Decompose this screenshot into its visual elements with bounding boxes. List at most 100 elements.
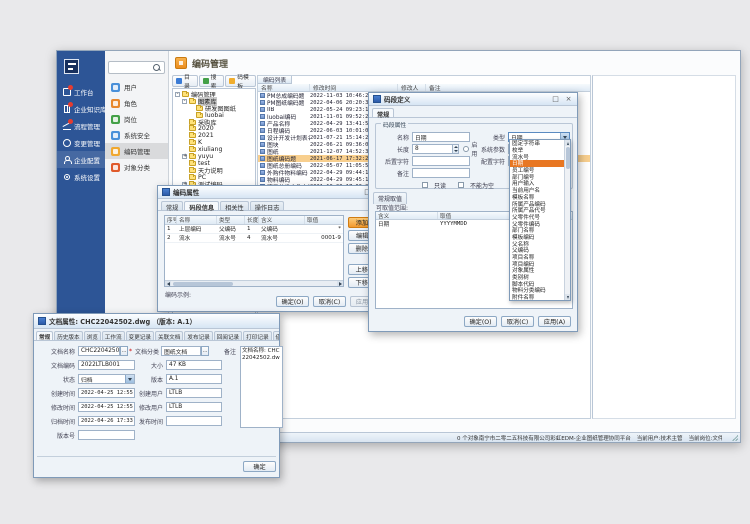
tree-node[interactable]: xiuliang xyxy=(173,146,255,153)
cancel-button[interactable]: 取消(C) xyxy=(313,296,346,307)
browse-button[interactable]: ... xyxy=(201,346,209,356)
browse-button[interactable]: ... xyxy=(120,346,128,356)
tree-toolbar-button-1[interactable]: 目录 xyxy=(172,75,198,87)
version-no-input[interactable] xyxy=(78,430,135,440)
dialog-tab-1[interactable]: 常规 xyxy=(161,201,183,210)
sidebar-item-2[interactable]: 企业知识库 xyxy=(57,100,105,117)
scroll-up-icon[interactable] xyxy=(565,140,570,146)
menu-item-4[interactable]: 系统安全 xyxy=(105,127,168,143)
search-input[interactable] xyxy=(110,63,154,72)
horizontal-scrollbar[interactable] xyxy=(165,280,343,286)
dialog-tab-2[interactable]: 码段信息 xyxy=(184,201,219,210)
type-option[interactable]: 当前用户名 xyxy=(510,187,564,194)
sidebar-item-5[interactable]: 企业配置 xyxy=(57,151,105,168)
apply-button[interactable]: 应用(A) xyxy=(538,316,571,327)
readonly-checkbox[interactable] xyxy=(422,182,428,188)
doc-code-input[interactable]: 2022LTLB001 xyxy=(78,360,135,370)
dialog-tab-4[interactable]: 操作日志 xyxy=(250,201,285,210)
scrollbar-thumb[interactable] xyxy=(566,147,570,169)
sidebar-item-4[interactable]: 变更管理 xyxy=(57,134,105,151)
doc-tab-4[interactable]: 工作流 xyxy=(102,331,125,340)
type-option[interactable]: 模板编码 xyxy=(510,234,564,241)
doc-name-input[interactable]: CHC22042502.dwg xyxy=(78,346,120,356)
column-header[interactable]: 备注 xyxy=(426,84,590,91)
remark-textarea[interactable]: 文档名称: CHC22042502.dw xyxy=(240,346,283,428)
scroll-down-icon[interactable] xyxy=(565,294,570,300)
search-icon[interactable] xyxy=(153,64,162,73)
type-option[interactable]: 部门名称 xyxy=(510,227,564,234)
segment-row[interactable]: 2流水流水号4流水号0001-9 xyxy=(165,234,343,243)
type-option[interactable]: 附件名称 xyxy=(510,294,564,301)
dialog-tab-3[interactable]: 相关性 xyxy=(220,201,249,210)
type-option[interactable]: 模板名称 xyxy=(510,194,564,201)
sidebar-item-6[interactable]: 系统设置 xyxy=(57,168,105,185)
dropdown-scrollbar[interactable] xyxy=(564,140,570,300)
column-header[interactable]: 类型 xyxy=(217,216,245,224)
tree-node[interactable]: 研发图图纸 xyxy=(173,105,255,112)
maximize-icon[interactable]: □ xyxy=(551,95,560,104)
doc-class-input[interactable]: 图纸文档 xyxy=(161,346,201,356)
doc-tab-10[interactable]: 借阅记录 xyxy=(273,331,279,340)
collapse-icon[interactable]: - xyxy=(175,92,180,97)
column-header[interactable]: 取值 xyxy=(305,216,343,224)
doc-tab-7[interactable]: 发布记录 xyxy=(184,331,212,340)
suffix-input[interactable] xyxy=(412,156,470,166)
cancel-button[interactable]: 取消(C) xyxy=(501,316,534,327)
scroll-right-icon[interactable] xyxy=(337,281,343,287)
menu-item-5[interactable]: 编码管理 xyxy=(105,143,168,159)
column-header[interactable]: 序号 xyxy=(165,216,177,224)
type-option[interactable]: 枚举 xyxy=(510,147,564,154)
tree-node[interactable]: K xyxy=(173,139,255,146)
type-option[interactable]: 父零件代号 xyxy=(510,214,564,221)
sidebar-item-3[interactable]: 流程管理 xyxy=(57,117,105,134)
name-input[interactable]: 日期 xyxy=(412,132,470,142)
type-option[interactable]: 项目编码 xyxy=(510,260,564,267)
tree-node[interactable]: 2021 xyxy=(173,132,255,139)
scroll-left-icon[interactable] xyxy=(165,281,171,287)
segment-row[interactable]: 1上层编码父编码1父编码* xyxy=(165,225,343,234)
column-header[interactable]: 名称 xyxy=(258,84,310,91)
type-option[interactable]: 父编码 xyxy=(510,247,564,254)
dialog-tab-general[interactable]: 常规 xyxy=(372,108,394,117)
doc-tab-3[interactable]: 浏览 xyxy=(84,331,101,340)
status-select[interactable]: 归档 xyxy=(78,374,135,384)
menu-item-2[interactable]: 角色 xyxy=(105,95,168,111)
type-option[interactable]: 父零件编码 xyxy=(510,220,564,227)
doc-tab-8[interactable]: 回阅记录 xyxy=(214,331,242,340)
type-option[interactable]: 父名称 xyxy=(510,240,564,247)
menu-item-3[interactable]: 岗位 xyxy=(105,111,168,127)
type-option[interactable]: 流水号 xyxy=(510,153,564,160)
doc-tab-5[interactable]: 变更记录 xyxy=(126,331,154,340)
type-option[interactable]: 对象属性 xyxy=(510,267,564,274)
ok-button[interactable]: 确定(O) xyxy=(276,296,309,307)
dialog-titlebar[interactable]: 文档属性: CHC22042502.dwg （版本: A.1） xyxy=(34,314,279,329)
type-option[interactable]: 项目名称 xyxy=(510,254,564,261)
doc-tab-9[interactable]: 打印记录 xyxy=(243,331,271,340)
close-icon[interactable]: × xyxy=(564,95,573,104)
column-header[interactable]: 含义 xyxy=(376,212,438,219)
doc-tab-1[interactable]: 常规 xyxy=(36,331,53,340)
notempty-checkbox[interactable] xyxy=(458,182,464,188)
type-option[interactable]: 固定字符串 xyxy=(510,140,564,147)
column-header[interactable]: 长度 xyxy=(245,216,259,224)
type-option[interactable]: 所属产品代号 xyxy=(510,207,564,214)
ok-button[interactable]: 确定(O) xyxy=(464,316,497,327)
ok-button[interactable]: 确定 xyxy=(243,461,276,472)
type-option[interactable]: 类别树 xyxy=(510,274,564,281)
length-input[interactable]: 8 xyxy=(412,144,453,154)
type-option[interactable]: 员工编号 xyxy=(510,167,564,174)
type-option[interactable]: 部门编号 xyxy=(510,173,564,180)
column-header[interactable]: 修改时间 xyxy=(310,84,398,91)
type-option[interactable]: 物料分类编码 xyxy=(510,287,564,294)
column-header[interactable]: 修改人 xyxy=(398,84,426,91)
chevron-down-icon[interactable] xyxy=(125,375,134,383)
doc-tab-6[interactable]: 关联文档 xyxy=(155,331,183,340)
length-spinner[interactable] xyxy=(453,144,459,154)
menu-item-1[interactable]: 用户 xyxy=(105,79,168,95)
tree-toolbar-button-2[interactable]: 搜索 xyxy=(199,75,225,87)
expand-icon[interactable]: + xyxy=(182,154,187,159)
tree-toolbar-button-3[interactable]: 码模板 xyxy=(225,75,256,87)
note-input[interactable] xyxy=(412,168,470,178)
menu-item-6[interactable]: 对象分类 xyxy=(105,159,168,175)
doc-tab-2[interactable]: 历史版本 xyxy=(54,331,82,340)
